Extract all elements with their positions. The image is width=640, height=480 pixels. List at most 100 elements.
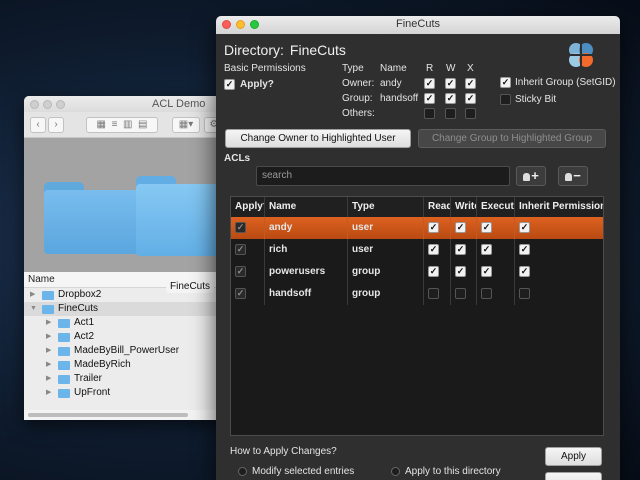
row-write-checkbox[interactable]: ✓ [455,244,466,255]
col-r-label: R [426,63,434,74]
folder-icon [58,347,70,356]
owner-read-checkbox[interactable]: ✓ [424,78,435,89]
row-read-checkbox[interactable] [428,288,439,299]
row-inherit-checkbox[interactable]: ✓ [519,266,530,277]
finder-titlebar: ACL Demo [24,96,224,112]
acl-table: Apply? Name Type Read Write Execute Inhe… [230,196,604,436]
modify-selected-radio[interactable] [238,467,247,476]
col-read[interactable]: Read [424,197,451,217]
acl-search-input[interactable]: search [256,166,510,186]
column-view-icon[interactable]: ▥ [123,119,132,130]
disclosure-closed-icon[interactable]: ▶ [30,288,35,302]
list-item[interactable]: ▶ Trailer [24,372,224,386]
row-write-checkbox[interactable] [455,288,466,299]
secondary-button[interactable] [545,472,602,480]
folder-icon[interactable] [44,182,140,254]
table-cell [515,283,603,305]
row-apply-checkbox[interactable]: ✓ [235,266,246,277]
owner-execute-checkbox[interactable]: ✓ [465,78,476,89]
owner-name: andy [380,78,402,89]
table-row[interactable]: ✓ rich user ✓ ✓ ✓ ✓ [231,239,603,261]
add-acl-button[interactable]: + [516,166,546,186]
sticky-bit-checkbox[interactable] [500,94,511,105]
row-read-checkbox[interactable]: ✓ [428,222,439,233]
col-write[interactable]: Write [451,197,477,217]
col-name[interactable]: Name [265,197,348,217]
row-inherit-checkbox[interactable]: ✓ [519,222,530,233]
table-cell: ✓ [515,239,603,261]
inherit-group-checkbox[interactable]: ✓ [500,77,511,88]
disclosure-closed-icon[interactable]: ▶ [46,316,51,330]
list-view-icon[interactable]: ≡ [112,119,118,130]
row-read-checkbox[interactable]: ✓ [428,244,439,255]
list-item[interactable]: ▶ UpFront [24,386,224,400]
owner-write-checkbox[interactable]: ✓ [445,78,456,89]
row-name: handsoff [269,288,312,299]
remove-acl-button[interactable]: − [558,166,588,186]
group-read-checkbox[interactable]: ✓ [424,93,435,104]
forward-button[interactable]: › [48,117,64,133]
row-inherit-checkbox[interactable]: ✓ [519,244,530,255]
table-row[interactable]: ✓ handsoff group [231,283,603,305]
row-name: andy [269,222,293,233]
close-button[interactable] [30,100,39,109]
table-cell: ✓ [477,261,515,283]
others-execute-checkbox[interactable] [465,108,476,119]
arrange-button[interactable]: ▦▾ [172,117,200,133]
row-type: user [352,244,374,255]
col-execute[interactable]: Execute [477,197,515,217]
list-item[interactable]: ▶ MadeByRich [24,358,224,372]
table-row[interactable]: ✓ andy user ✓ ✓ ✓ ✓ [231,217,603,239]
table-cell: ✓ [424,239,451,261]
apply-directory-radio[interactable] [391,467,400,476]
icon-view-icon[interactable]: ▦ [97,119,106,130]
disclosure-closed-icon[interactable]: ▶ [46,386,51,400]
row-read-checkbox[interactable]: ✓ [428,266,439,277]
row-apply-checkbox[interactable]: ✓ [235,222,246,233]
finder-coverflow: FineCuts [24,138,224,316]
table-cell [451,283,477,305]
others-read-checkbox[interactable] [424,108,435,119]
col-apply[interactable]: Apply? [231,197,265,217]
minimize-button[interactable] [43,100,52,109]
list-item[interactable]: ▶ Dropbox2 [24,288,224,302]
group-write-checkbox[interactable]: ✓ [445,93,456,104]
list-item[interactable]: ▶ Act1 [24,316,224,330]
row-apply-checkbox[interactable]: ✓ [235,244,246,255]
apply-basic-checkbox[interactable]: ✓ [224,79,235,90]
list-item[interactable]: ▼ FineCuts [24,302,224,316]
disclosure-closed-icon[interactable]: ▶ [46,330,51,344]
col-name-label: Name [380,63,407,74]
view-mode-buttons[interactable]: ▦ ≡ ▥ ▤ [86,117,158,133]
col-inherit[interactable]: Inherit Permissions [515,197,603,217]
row-execute-checkbox[interactable]: ✓ [481,266,492,277]
row-execute-checkbox[interactable] [481,288,492,299]
table-row[interactable]: ✓ powerusers group ✓ ✓ ✓ ✓ [231,261,603,283]
directory-heading: Directory: FineCuts [224,42,346,58]
back-button[interactable]: ‹ [30,117,46,133]
disclosure-closed-icon[interactable]: ▶ [46,344,51,358]
folder-icon[interactable] [136,176,224,256]
group-execute-checkbox[interactable]: ✓ [465,93,476,104]
row-write-checkbox[interactable]: ✓ [455,222,466,233]
table-cell: ✓ [515,261,603,283]
apply-button[interactable]: Apply [545,447,602,466]
cover-flow-icon[interactable]: ▤ [138,119,147,130]
zoom-button[interactable] [56,100,65,109]
finder-scrollbar[interactable] [24,410,224,420]
disclosure-closed-icon[interactable]: ▶ [46,358,51,372]
disclosure-closed-icon[interactable]: ▶ [46,372,51,386]
row-apply-checkbox[interactable]: ✓ [235,288,246,299]
list-item[interactable]: ▶ Act2 [24,330,224,344]
disclosure-open-icon[interactable]: ▼ [30,302,37,316]
others-write-checkbox[interactable] [445,108,456,119]
change-group-button[interactable]: Change Group to Highlighted Group [418,129,606,148]
row-execute-checkbox[interactable]: ✓ [481,244,492,255]
acl-window: FineCuts Directory: FineCuts Basic Permis… [216,16,620,480]
col-type[interactable]: Type [348,197,424,217]
row-inherit-checkbox[interactable] [519,288,530,299]
list-item[interactable]: ▶ MadeByBill_PowerUser [24,344,224,358]
row-execute-checkbox[interactable]: ✓ [481,222,492,233]
row-write-checkbox[interactable]: ✓ [455,266,466,277]
change-owner-button[interactable]: Change Owner to Highlighted User [225,129,411,148]
